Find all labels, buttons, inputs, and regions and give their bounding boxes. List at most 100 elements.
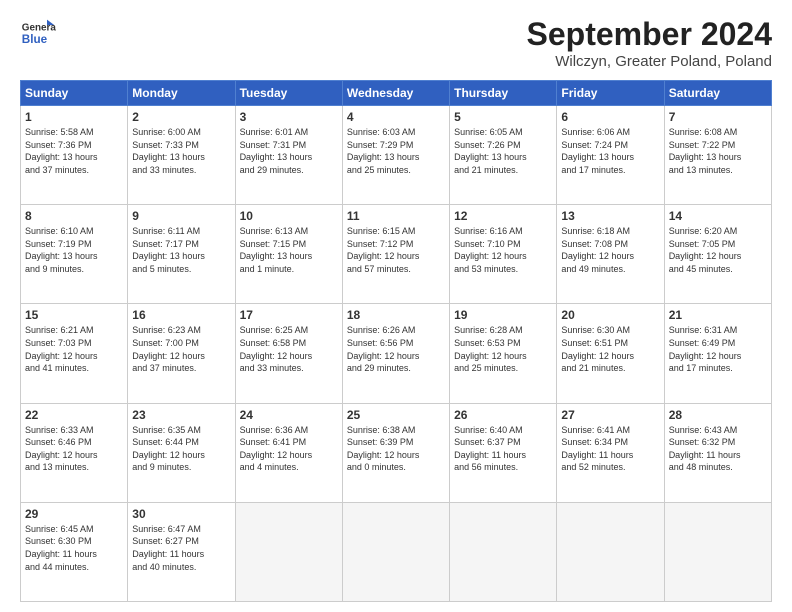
day-number: 19: [454, 308, 552, 322]
calendar-cell: 1 Sunrise: 5:58 AMSunset: 7:36 PMDaylight…: [21, 106, 128, 205]
calendar-cell: 26 Sunrise: 6:40 AMSunset: 6:37 PMDayligh…: [450, 403, 557, 502]
day-info: Sunrise: 6:00 AMSunset: 7:33 PMDaylight:…: [132, 126, 230, 176]
day-number: 20: [561, 308, 659, 322]
calendar-cell: 24 Sunrise: 6:36 AMSunset: 6:41 PMDayligh…: [235, 403, 342, 502]
calendar-cell: [342, 502, 449, 601]
day-info: Sunrise: 6:45 AMSunset: 6:30 PMDaylight:…: [25, 523, 123, 573]
day-number: 1: [25, 110, 123, 124]
day-number: 28: [669, 408, 767, 422]
day-number: 29: [25, 507, 123, 521]
day-info: Sunrise: 6:10 AMSunset: 7:19 PMDaylight:…: [25, 225, 123, 275]
day-number: 2: [132, 110, 230, 124]
calendar-cell: 3 Sunrise: 6:01 AMSunset: 7:31 PMDaylight…: [235, 106, 342, 205]
day-number: 16: [132, 308, 230, 322]
day-number: 10: [240, 209, 338, 223]
location: Wilczyn, Greater Poland, Poland: [527, 53, 772, 70]
weekday-thursday: Thursday: [450, 81, 557, 106]
calendar-cell: 21Sunrise: 6:31 AMSunset: 6:49 PMDayligh…: [664, 304, 771, 403]
day-info: Sunrise: 6:16 AMSunset: 7:10 PMDaylight:…: [454, 225, 552, 275]
logo-icon: GeneralBlue: [20, 16, 56, 52]
day-number: 7: [669, 110, 767, 124]
calendar-cell: 16Sunrise: 6:23 AMSunset: 7:00 PMDayligh…: [128, 304, 235, 403]
title-block: September 2024 Wilczyn, Greater Poland, …: [527, 16, 772, 70]
day-number: 14: [669, 209, 767, 223]
calendar-cell: 4 Sunrise: 6:03 AMSunset: 7:29 PMDaylight…: [342, 106, 449, 205]
calendar-cell: 15 Sunrise: 6:21 AMSunset: 7:03 PMDayligh…: [21, 304, 128, 403]
day-info: Sunrise: 6:21 AMSunset: 7:03 PMDaylight:…: [25, 324, 123, 374]
day-info: Sunrise: 6:11 AMSunset: 7:17 PMDaylight:…: [132, 225, 230, 275]
day-number: 9: [132, 209, 230, 223]
day-info: Sunrise: 6:43 AMSunset: 6:32 PMDaylight:…: [669, 424, 767, 474]
calendar-cell: 25Sunrise: 6:38 AMSunset: 6:39 PMDayligh…: [342, 403, 449, 502]
calendar-cell: 8 Sunrise: 6:10 AMSunset: 7:19 PMDaylight…: [21, 205, 128, 304]
calendar-cell: [664, 502, 771, 601]
calendar-cell: [235, 502, 342, 601]
calendar-cell: 30 Sunrise: 6:47 AMSunset: 6:27 PMDayligh…: [128, 502, 235, 601]
day-number: 11: [347, 209, 445, 223]
day-number: 13: [561, 209, 659, 223]
weekday-sunday: Sunday: [21, 81, 128, 106]
day-info: Sunrise: 6:47 AMSunset: 6:27 PMDaylight:…: [132, 523, 230, 573]
weekday-friday: Friday: [557, 81, 664, 106]
calendar-cell: 22 Sunrise: 6:33 AMSunset: 6:46 PMDayligh…: [21, 403, 128, 502]
calendar-cell: 7Sunrise: 6:08 AMSunset: 7:22 PMDaylight…: [664, 106, 771, 205]
day-number: 24: [240, 408, 338, 422]
week-row-5: 29 Sunrise: 6:45 AMSunset: 6:30 PMDayligh…: [21, 502, 772, 601]
day-number: 8: [25, 209, 123, 223]
calendar-cell: [450, 502, 557, 601]
calendar-cell: 23Sunrise: 6:35 AMSunset: 6:44 PMDayligh…: [128, 403, 235, 502]
day-info: Sunrise: 5:58 AMSunset: 7:36 PMDaylight:…: [25, 126, 123, 176]
calendar-cell: [557, 502, 664, 601]
day-number: 18: [347, 308, 445, 322]
day-info: Sunrise: 6:31 AMSunset: 6:49 PMDaylight:…: [669, 324, 767, 374]
calendar: SundayMondayTuesdayWednesdayThursdayFrid…: [20, 80, 772, 602]
page: GeneralBlue September 2024 Wilczyn, Grea…: [0, 0, 792, 612]
calendar-cell: 18 Sunrise: 6:26 AMSunset: 6:56 PMDayligh…: [342, 304, 449, 403]
logo: GeneralBlue: [20, 16, 56, 52]
day-info: Sunrise: 6:35 AMSunset: 6:44 PMDaylight:…: [132, 424, 230, 474]
day-number: 6: [561, 110, 659, 124]
day-number: 3: [240, 110, 338, 124]
calendar-cell: 2 Sunrise: 6:00 AMSunset: 7:33 PMDaylight…: [128, 106, 235, 205]
calendar-header: SundayMondayTuesdayWednesdayThursdayFrid…: [21, 81, 772, 106]
day-number: 15: [25, 308, 123, 322]
day-info: Sunrise: 6:30 AMSunset: 6:51 PMDaylight:…: [561, 324, 659, 374]
week-row-2: 8 Sunrise: 6:10 AMSunset: 7:19 PMDaylight…: [21, 205, 772, 304]
day-number: 22: [25, 408, 123, 422]
weekday-tuesday: Tuesday: [235, 81, 342, 106]
calendar-cell: 27Sunrise: 6:41 AMSunset: 6:34 PMDayligh…: [557, 403, 664, 502]
calendar-cell: 14Sunrise: 6:20 AMSunset: 7:05 PMDayligh…: [664, 205, 771, 304]
calendar-cell: 6 Sunrise: 6:06 AMSunset: 7:24 PMDaylight…: [557, 106, 664, 205]
day-number: 27: [561, 408, 659, 422]
day-number: 4: [347, 110, 445, 124]
day-info: Sunrise: 6:40 AMSunset: 6:37 PMDaylight:…: [454, 424, 552, 474]
calendar-cell: 9 Sunrise: 6:11 AMSunset: 7:17 PMDaylight…: [128, 205, 235, 304]
day-number: 26: [454, 408, 552, 422]
day-info: Sunrise: 6:03 AMSunset: 7:29 PMDaylight:…: [347, 126, 445, 176]
day-info: Sunrise: 6:01 AMSunset: 7:31 PMDaylight:…: [240, 126, 338, 176]
calendar-body: 1 Sunrise: 5:58 AMSunset: 7:36 PMDaylight…: [21, 106, 772, 602]
week-row-4: 22 Sunrise: 6:33 AMSunset: 6:46 PMDayligh…: [21, 403, 772, 502]
day-info: Sunrise: 6:25 AMSunset: 6:58 PMDaylight:…: [240, 324, 338, 374]
svg-text:Blue: Blue: [22, 33, 48, 46]
day-info: Sunrise: 6:06 AMSunset: 7:24 PMDaylight:…: [561, 126, 659, 176]
day-number: 25: [347, 408, 445, 422]
day-info: Sunrise: 6:28 AMSunset: 6:53 PMDaylight:…: [454, 324, 552, 374]
day-info: Sunrise: 6:05 AMSunset: 7:26 PMDaylight:…: [454, 126, 552, 176]
weekday-wednesday: Wednesday: [342, 81, 449, 106]
calendar-cell: 19 Sunrise: 6:28 AMSunset: 6:53 PMDayligh…: [450, 304, 557, 403]
day-info: Sunrise: 6:26 AMSunset: 6:56 PMDaylight:…: [347, 324, 445, 374]
day-info: Sunrise: 6:36 AMSunset: 6:41 PMDaylight:…: [240, 424, 338, 474]
calendar-cell: 20 Sunrise: 6:30 AMSunset: 6:51 PMDayligh…: [557, 304, 664, 403]
day-info: Sunrise: 6:33 AMSunset: 6:46 PMDaylight:…: [25, 424, 123, 474]
calendar-cell: 5Sunrise: 6:05 AMSunset: 7:26 PMDaylight…: [450, 106, 557, 205]
header: GeneralBlue September 2024 Wilczyn, Grea…: [20, 16, 772, 70]
weekday-row: SundayMondayTuesdayWednesdayThursdayFrid…: [21, 81, 772, 106]
calendar-cell: 10Sunrise: 6:13 AMSunset: 7:15 PMDayligh…: [235, 205, 342, 304]
calendar-cell: 11Sunrise: 6:15 AMSunset: 7:12 PMDayligh…: [342, 205, 449, 304]
calendar-cell: 29 Sunrise: 6:45 AMSunset: 6:30 PMDayligh…: [21, 502, 128, 601]
day-number: 12: [454, 209, 552, 223]
day-number: 17: [240, 308, 338, 322]
week-row-1: 1 Sunrise: 5:58 AMSunset: 7:36 PMDaylight…: [21, 106, 772, 205]
day-number: 30: [132, 507, 230, 521]
